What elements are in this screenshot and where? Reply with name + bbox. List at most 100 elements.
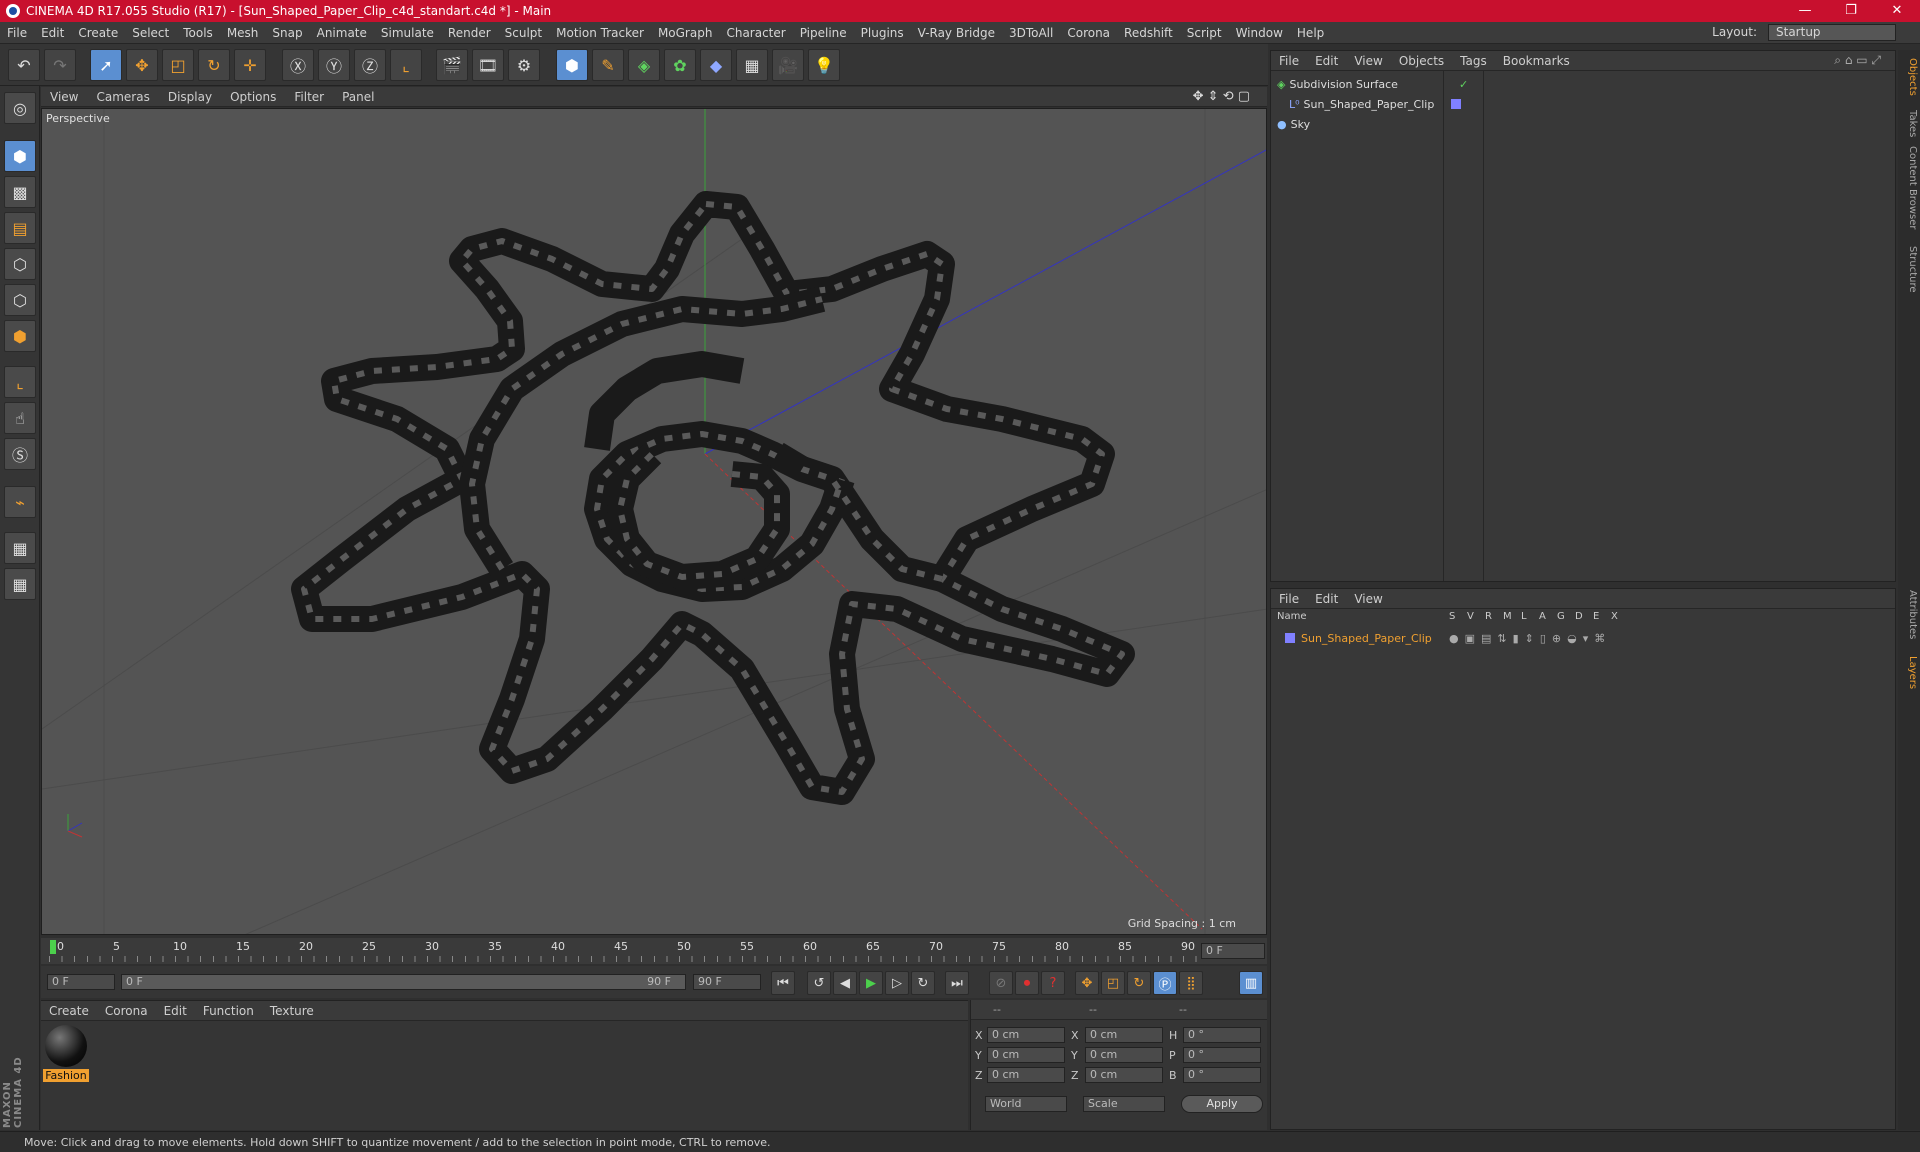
timeline-ruler[interactable]: 0 5 10 15 20 25 30 35 40 45 50 55 60 65 …	[41, 938, 1267, 964]
current-frame-field[interactable]: 0 F	[1201, 943, 1265, 959]
next-frame-icon[interactable]: ▷	[885, 971, 909, 995]
snap-icon[interactable]: Ⓢ	[4, 438, 36, 470]
obj-menu-file[interactable]: File	[1271, 54, 1307, 68]
undo-icon[interactable]: ↶	[8, 49, 40, 81]
menu-vray-bridge[interactable]: V-Ray Bridge	[911, 26, 1002, 40]
menu-tools[interactable]: Tools	[176, 26, 220, 40]
minimize-button[interactable]: —	[1782, 0, 1828, 22]
viewport-perspective[interactable]: Perspective Grid Spacing : 1 cm	[41, 108, 1267, 935]
render-view-icon[interactable]: 🎬	[436, 49, 468, 81]
size-x-field[interactable]: 0 cm	[1085, 1027, 1163, 1043]
viewport-menu-display[interactable]: Display	[159, 90, 221, 104]
coord-mode-select[interactable]: Scale	[1083, 1096, 1165, 1112]
tab-attributes[interactable]: Attributes	[1900, 590, 1918, 639]
record-icon[interactable]: ⏺	[1015, 971, 1039, 995]
key-position-icon[interactable]: ✥	[1075, 971, 1099, 995]
menu-sculpt[interactable]: Sculpt	[498, 26, 549, 40]
obj-manager-tools-icons[interactable]: ⌕ ⌂ ▭ ⤢	[1826, 53, 1889, 68]
obj-menu-bookmarks[interactable]: Bookmarks	[1495, 54, 1578, 68]
texture-mode-icon[interactable]: ▩	[4, 176, 36, 208]
x-axis-icon[interactable]: Ⓧ	[282, 49, 314, 81]
menu-3dtoall[interactable]: 3DToAll	[1002, 26, 1060, 40]
layer-menu-edit[interactable]: Edit	[1307, 592, 1346, 606]
layer-flags-icons[interactable]: ●▣▤⇅▮⇕▯⊕◒▾⌘	[1449, 632, 1611, 645]
viewport-menu-cameras[interactable]: Cameras	[87, 90, 158, 104]
menu-pipeline[interactable]: Pipeline	[793, 26, 854, 40]
light-icon[interactable]: 💡	[808, 49, 840, 81]
obj-menu-edit[interactable]: Edit	[1307, 54, 1346, 68]
key-rotation-icon[interactable]: ↻	[1127, 971, 1151, 995]
menu-character[interactable]: Character	[719, 26, 792, 40]
menu-file[interactable]: File	[0, 26, 34, 40]
scale-icon[interactable]: ◰	[162, 49, 194, 81]
close-button[interactable]: ✕	[1874, 0, 1920, 22]
menu-simulate[interactable]: Simulate	[374, 26, 441, 40]
maximize-button[interactable]: ❐	[1828, 0, 1874, 22]
key-parameter-icon[interactable]: Ⓟ	[1153, 971, 1177, 995]
menu-select[interactable]: Select	[125, 26, 176, 40]
size-y-field[interactable]: 0 cm	[1085, 1047, 1163, 1063]
layer-menu-file[interactable]: File	[1271, 592, 1307, 606]
position-y-field[interactable]: 0 cm	[987, 1047, 1065, 1063]
go-to-start-icon[interactable]: ⏮	[771, 971, 795, 995]
menu-motion-tracker[interactable]: Motion Tracker	[549, 26, 651, 40]
menu-redshift[interactable]: Redshift	[1117, 26, 1180, 40]
rotate-icon[interactable]: ↻	[198, 49, 230, 81]
object-row-sun-shaped-paper-clip[interactable]: L⁰ Sun_Shaped_Paper_Clip	[1289, 95, 1461, 113]
viewport-nav-icons[interactable]: ✥ ⇕ ⟲ ▢	[1184, 89, 1259, 104]
key-scale-icon[interactable]: ◰	[1101, 971, 1125, 995]
tab-structure[interactable]: Structure	[1900, 246, 1918, 293]
menu-mograph[interactable]: MoGraph	[651, 26, 720, 40]
previous-frame-icon[interactable]: ◀	[833, 971, 857, 995]
mat-menu-corona[interactable]: Corona	[97, 1004, 156, 1018]
points-mode-icon[interactable]: ⬡	[4, 248, 36, 280]
menu-help[interactable]: Help	[1290, 26, 1331, 40]
object-row-sky[interactable]: ● Sky	[1277, 115, 1310, 133]
menu-create[interactable]: Create	[71, 26, 125, 40]
obj-menu-view[interactable]: View	[1346, 54, 1390, 68]
position-x-field[interactable]: 0 cm	[987, 1027, 1065, 1043]
menu-mesh[interactable]: Mesh	[220, 26, 266, 40]
tab-layers[interactable]: Layers	[1900, 656, 1918, 689]
workplane-lock-icon[interactable]: ▦	[4, 532, 36, 564]
layout-select[interactable]: Startup	[1768, 24, 1896, 41]
size-z-field[interactable]: 0 cm	[1085, 1067, 1163, 1083]
key-pla-icon[interactable]: ⣿	[1179, 971, 1203, 995]
recent-tools-icon[interactable]: ✛	[234, 49, 266, 81]
redo-icon[interactable]: ↷	[44, 49, 76, 81]
mat-menu-function[interactable]: Function	[195, 1004, 262, 1018]
menu-plugins[interactable]: Plugins	[854, 26, 911, 40]
z-axis-icon[interactable]: Ⓩ	[354, 49, 386, 81]
coord-system-select[interactable]: World	[985, 1096, 1067, 1112]
visible-check-icon[interactable]: ✓	[1459, 78, 1468, 91]
render-picture-viewer-icon[interactable]: 🎞	[472, 49, 504, 81]
workplane-grid-icon[interactable]: ▦	[4, 568, 36, 600]
polygons-mode-icon[interactable]: ⬢	[4, 320, 36, 352]
obj-menu-tags[interactable]: Tags	[1452, 54, 1495, 68]
record-keys-disabled-icon[interactable]: ⊘	[989, 971, 1013, 995]
array-icon[interactable]: ✿	[664, 49, 696, 81]
rotation-h-field[interactable]: 0 °	[1183, 1027, 1261, 1043]
playhead[interactable]	[50, 940, 56, 954]
magnet-icon[interactable]: ⌁	[4, 486, 36, 518]
menu-animate[interactable]: Animate	[310, 26, 374, 40]
previous-keyframe-icon[interactable]: ↺	[807, 971, 831, 995]
frame-range-slider[interactable]: 0 F 90 F	[121, 974, 686, 990]
menu-corona[interactable]: Corona	[1060, 26, 1117, 40]
y-axis-icon[interactable]: Ⓨ	[318, 49, 350, 81]
menu-edit[interactable]: Edit	[34, 26, 71, 40]
deformer-icon[interactable]: ◆	[700, 49, 732, 81]
go-to-end-icon[interactable]: ⏭	[945, 971, 969, 995]
camera-icon[interactable]: 🎥	[772, 49, 804, 81]
end-frame-field[interactable]: 90 F	[693, 974, 761, 990]
render-settings-icon[interactable]: ⚙	[508, 49, 540, 81]
material-swatch[interactable]: Fashion	[43, 1025, 89, 1082]
position-z-field[interactable]: 0 cm	[987, 1067, 1065, 1083]
mat-menu-create[interactable]: Create	[41, 1004, 97, 1018]
floor-icon[interactable]: ▦	[736, 49, 768, 81]
rotation-p-field[interactable]: 0 °	[1183, 1047, 1261, 1063]
layer-menu-view[interactable]: View	[1346, 592, 1390, 606]
mat-menu-texture[interactable]: Texture	[262, 1004, 322, 1018]
menu-window[interactable]: Window	[1229, 26, 1290, 40]
move-icon[interactable]: ✥	[126, 49, 158, 81]
